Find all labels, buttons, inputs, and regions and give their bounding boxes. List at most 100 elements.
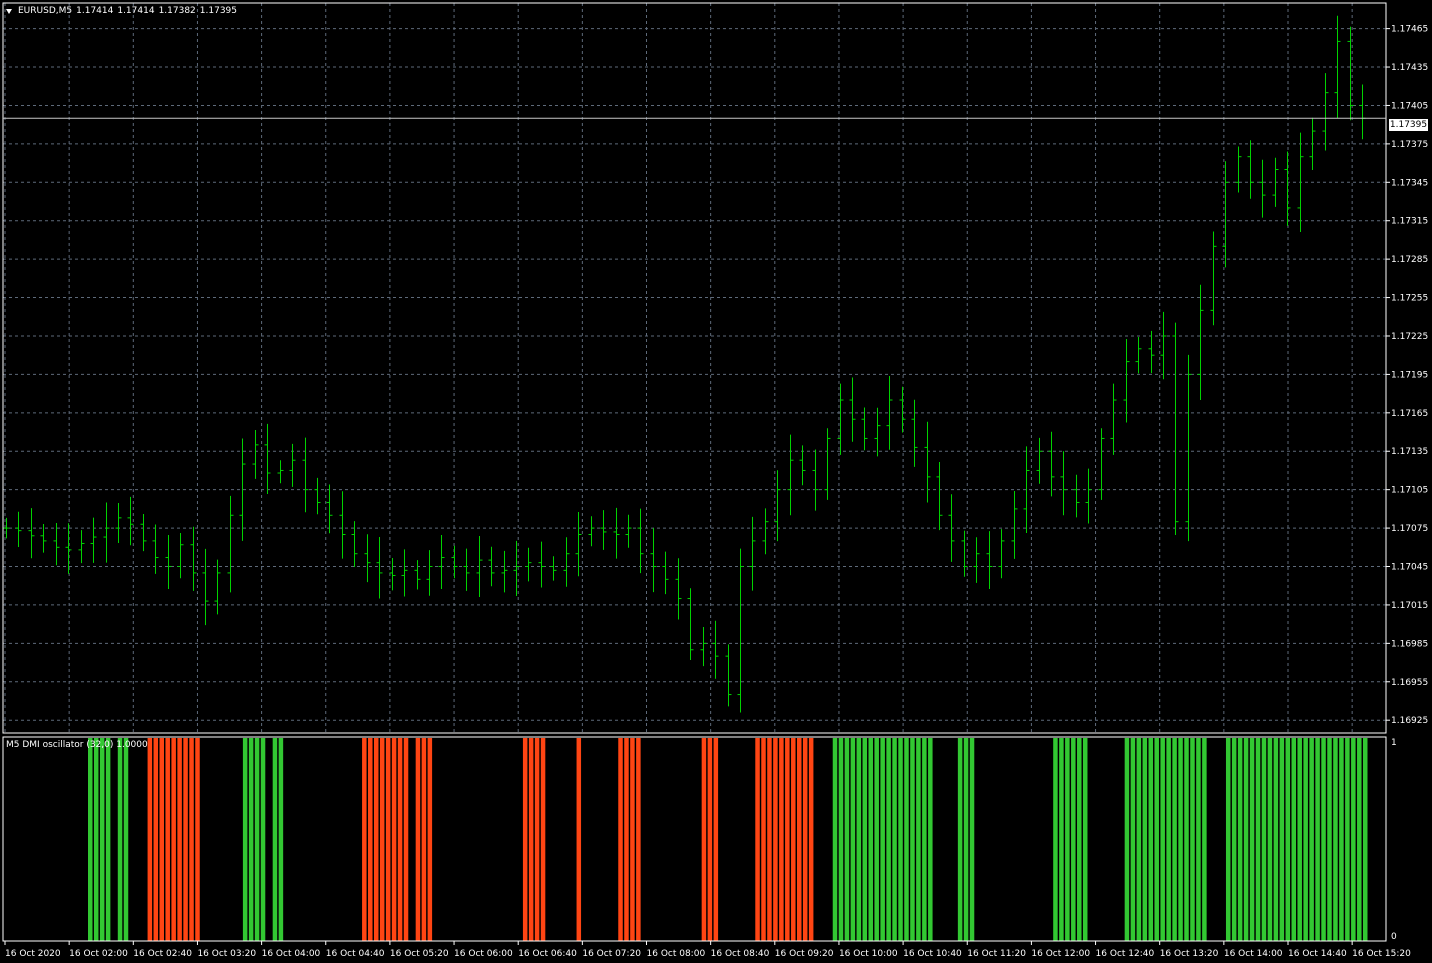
dmi-bar-bear — [624, 738, 629, 941]
chart-canvas: 1.16925 1.16955 1.16985 1.17015 1.17045 1.170… — [0, 0, 1432, 963]
dmi-bar-bear — [189, 738, 194, 941]
dmi-bar-bull — [1237, 738, 1243, 941]
dmi-bar-bull — [916, 738, 921, 941]
dmi-bar-bear — [362, 738, 367, 941]
dmi-bar-bear — [534, 738, 540, 941]
price-tick-label: 1.17345 — [1391, 178, 1428, 188]
dmi-bar-bull — [922, 738, 927, 941]
dmi-bar-bull — [832, 738, 838, 941]
time-tick-label: 16 Oct 12:40 — [1096, 949, 1155, 959]
symbol-name: EURUSD,M5 — [18, 6, 73, 16]
dmi-bar-bull — [886, 738, 891, 941]
dmi-bar-bull — [1166, 738, 1171, 941]
time-tick-label: 16 Oct 09:20 — [775, 949, 834, 959]
dmi-bar-bear — [755, 738, 760, 941]
dmi-bar-bull — [1136, 738, 1142, 941]
dmi-bar-bear — [707, 738, 713, 941]
dmi-bar-bull — [1291, 738, 1297, 941]
dmi-bar-bull — [1351, 738, 1356, 941]
dmi-bar-bull — [1172, 738, 1177, 941]
dmi-bar-bull — [1184, 738, 1189, 941]
dmi-bar-bull — [969, 738, 975, 941]
current-price-label: 1.17395 — [1389, 119, 1428, 131]
price-tick-label: 1.17225 — [1391, 332, 1428, 342]
dmi-bar-bear — [522, 738, 528, 941]
dmi-bar-bull — [1339, 738, 1344, 941]
ohlc-high: 1.17414 — [117, 6, 155, 16]
price-tick-label: 1.17315 — [1391, 217, 1428, 227]
dmi-bar-bear — [713, 738, 719, 941]
dmi-bar-bull — [260, 738, 266, 941]
ohlc-close: 1.17395 — [199, 6, 237, 16]
time-tick-label: 16 Oct 12:00 — [1031, 949, 1090, 959]
dmi-bar-bull — [105, 738, 111, 941]
indicator-tick-label: 0 — [1391, 932, 1397, 942]
dmi-bar-bull — [1297, 738, 1302, 941]
dmi-bar-bull — [957, 738, 963, 941]
symbol-title-bar[interactable]: EURUSD,M5 1.17414 1.17414 1.17382 1.1739… — [6, 4, 241, 18]
dmi-bar-bear — [796, 738, 802, 941]
dmi-bar-bull — [1267, 738, 1273, 941]
dmi-bar-bear — [368, 738, 373, 941]
dmi-bar-bull — [838, 738, 844, 941]
dmi-bar-bull — [88, 738, 93, 941]
dmi-bar-bull — [117, 738, 123, 941]
dmi-bar-bull — [856, 738, 862, 941]
dmi-bar-bull — [868, 738, 873, 941]
dmi-bar-bull — [1303, 738, 1308, 941]
dmi-bar-bull — [272, 738, 278, 941]
ohlc-low: 1.17382 — [158, 6, 196, 16]
dmi-bar-bear — [165, 738, 170, 941]
dmi-bar-bear — [773, 738, 778, 941]
dmi-bar-bull — [1225, 738, 1231, 941]
dmi-bar-bull — [850, 738, 856, 941]
price-tick-label: 1.17195 — [1391, 370, 1428, 380]
time-tick-label: 16 Oct 14:40 — [1288, 949, 1347, 959]
dmi-bar-bull — [963, 738, 969, 941]
dmi-bar-bull — [242, 738, 248, 941]
dmi-bar-bull — [1279, 738, 1285, 941]
time-tick-label: 16 Oct 10:40 — [903, 949, 962, 959]
dmi-bar-bull — [1285, 738, 1291, 941]
price-tick-label: 1.17135 — [1391, 447, 1428, 457]
indicator-tick-label: 1 — [1391, 738, 1397, 748]
dmi-bar-bull — [1309, 738, 1314, 941]
dmi-bar-bull — [1071, 738, 1076, 941]
time-tick-label: 16 Oct 05:20 — [390, 949, 449, 959]
dmi-bar-bear — [153, 738, 159, 941]
time-tick-label: 16 Oct 06:00 — [454, 949, 513, 959]
dmi-bar-bear — [528, 738, 534, 941]
dmi-bar-bull — [1130, 738, 1136, 941]
price-tick-label: 1.17255 — [1391, 294, 1428, 304]
dmi-bar-bull — [1231, 738, 1237, 941]
dmi-bar-bull — [99, 738, 105, 941]
dmi-bar-bull — [1363, 738, 1368, 941]
price-tick-label: 1.16925 — [1391, 716, 1428, 726]
dmi-bar-bear — [159, 738, 164, 941]
time-tick-label: 16 Oct 07:20 — [582, 949, 641, 959]
dmi-bar-bull — [278, 738, 284, 941]
dropdown-triangle-icon[interactable] — [6, 8, 12, 14]
dmi-bar-bull — [123, 738, 129, 941]
time-tick-label: 16 Oct 06:40 — [518, 949, 577, 959]
price-tick-label: 1.17045 — [1391, 563, 1428, 573]
dmi-bar-bull — [1190, 738, 1195, 941]
dmi-bar-bull — [1357, 738, 1362, 941]
ohlc-open: 1.17414 — [76, 6, 114, 16]
dmi-bar-bull — [1255, 738, 1261, 941]
dmi-bar-bear — [630, 738, 635, 941]
price-tick-label: 1.17435 — [1391, 63, 1428, 73]
dmi-bar-bear — [779, 738, 784, 941]
dmi-bar-bull — [1243, 738, 1249, 941]
dmi-bar-bull — [1327, 738, 1332, 941]
dmi-bar-bull — [248, 738, 254, 941]
time-tick-label: 16 Oct 11:20 — [967, 949, 1026, 959]
time-tick-label: 16 Oct 13:20 — [1160, 949, 1219, 959]
dmi-bar-bear — [802, 738, 808, 941]
dmi-bar-bear — [171, 738, 176, 941]
dmi-bar-bear — [767, 738, 772, 941]
dmi-bar-bull — [910, 738, 915, 941]
dmi-bar-bull — [928, 738, 933, 941]
dmi-bar-bear — [397, 738, 403, 941]
price-tick-label: 1.17405 — [1391, 101, 1428, 111]
